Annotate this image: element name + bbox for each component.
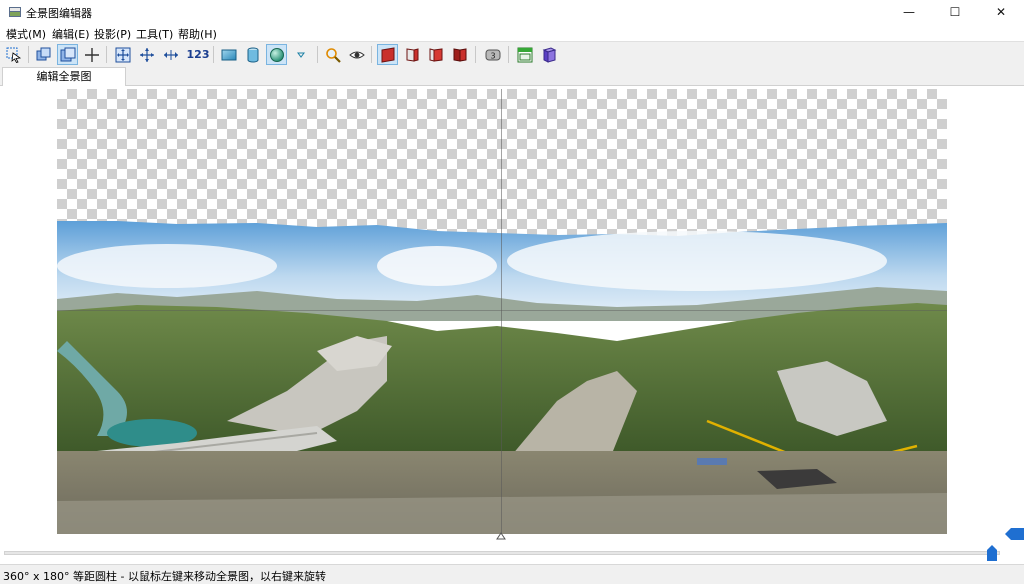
horizontal-slider-thumb[interactable] [987,545,997,561]
dropdown-arrow-icon[interactable] [290,44,311,65]
cube-face-1-icon[interactable] [377,44,398,65]
menu-tools[interactable]: 工具(T) [136,26,173,42]
crosshair-vertical-line [501,89,502,534]
window-icon[interactable] [514,44,535,65]
toolbar-separator [28,46,29,63]
panorama-canvas[interactable] [0,86,1024,564]
horizontal-stretch-icon[interactable] [160,44,181,65]
toolbar-separator [475,46,476,63]
toolbar-separator [317,46,318,63]
transparency-checkerboard [57,89,947,239]
tab-edit-panorama[interactable]: 编辑全景图 [2,67,126,87]
menu-edit[interactable]: 编辑(E) [52,26,90,42]
close-button[interactable]: ✕ [978,0,1024,24]
window-title: 全景图编辑器 [26,7,92,20]
center-marker-icon[interactable] [496,532,506,540]
select-arrow-icon[interactable] [3,44,24,65]
tab-strip: 编辑全景图 [0,66,1024,87]
maximize-button[interactable]: ☐ [932,0,978,24]
cube-face-3-icon[interactable] [425,44,446,65]
cylinder-icon[interactable] [242,44,263,65]
fit-to-window-icon[interactable] [112,44,133,65]
app-icon [9,7,21,17]
vertical-slider-thumb[interactable] [1005,528,1024,540]
move-panel-icon[interactable] [57,44,78,65]
toolbar: 123 3 [0,42,1024,66]
cube-face-2-icon[interactable] [401,44,422,65]
rectangle-projection-icon[interactable] [218,44,239,65]
badge-3-icon[interactable]: 3 [482,44,503,65]
layers-icon[interactable] [33,44,54,65]
menu-mode[interactable]: 模式(M) [6,26,46,42]
crosshair-icon[interactable] [81,44,102,65]
title-bar: 全景图编辑器 — ☐ ✕ [0,0,1024,24]
minimize-button[interactable]: — [886,0,932,24]
menu-bar: 模式(M) 编辑(E) 投影(P) 工具(T) 帮助(H) [0,24,1024,42]
crosshair-horizontal-line [57,310,947,311]
menu-help[interactable]: 帮助(H) [178,26,217,42]
horizontal-slider-track[interactable] [4,551,1000,555]
cube-face-4-icon[interactable] [449,44,470,65]
svg-text:3: 3 [490,51,495,60]
status-bar: 360° x 180° 等距圆柱 - 以鼠标左键来移动全景图，以右键来旋转 [0,564,1024,584]
status-text: 360° x 180° 等距圆柱 - 以鼠标左键来移动全景图，以右键来旋转 [3,570,326,583]
menu-projection[interactable]: 投影(P) [94,26,131,42]
eye-icon[interactable] [346,44,367,65]
projection-zoom-text[interactable]: 123 [185,44,211,65]
sphere-icon[interactable] [266,44,287,65]
toolbar-separator [213,46,214,63]
zoom-icon[interactable] [322,44,343,65]
book-icon[interactable] [538,44,559,65]
toolbar-separator [371,46,372,63]
center-move-icon[interactable] [136,44,157,65]
toolbar-separator [106,46,107,63]
panorama-image[interactable] [57,221,947,534]
toolbar-separator [508,46,509,63]
